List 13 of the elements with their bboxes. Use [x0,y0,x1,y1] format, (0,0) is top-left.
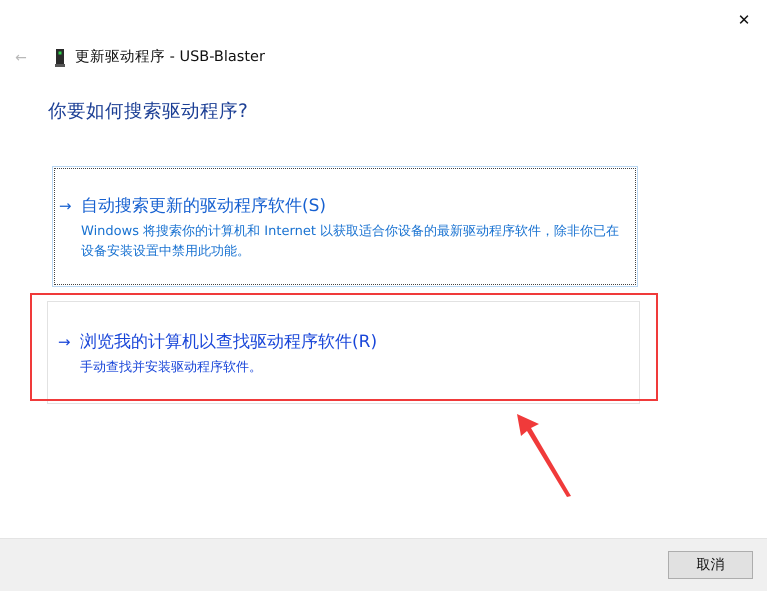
option-button[interactable]: → 浏览我的计算机以查找驱动程序软件(R) 手动查找并安装驱动程序软件。 [47,300,640,404]
arrow-icon: → [58,331,80,354]
option-title: 浏览我的计算机以查找驱动程序软件(R) [80,331,378,354]
usb-device-icon [55,49,65,67]
page-heading: 你要如何搜索驱动程序? [48,100,249,124]
option-description: Windows 将搜索你的计算机和 Internet 以获取适合你设备的最新驱动程序软件，除非你已在设备安装设置中禁用此功能。 [81,222,620,261]
cancel-button[interactable]: 取消 [668,551,753,579]
option-description: 手动查找并安装驱动程序软件。 [80,358,263,377]
window-title: 更新驱动程序 - USB-Blaster [75,48,265,68]
option-title: 自动搜索更新的驱动程序软件(S) [81,195,326,218]
arrow-icon: → [59,195,81,218]
close-button[interactable]: ✕ [721,0,767,40]
option-button[interactable]: → 自动搜索更新的驱动程序软件(S) Windows 将搜索你的计算机和 Internet 以获取适合你设备的最新驱动程序软件，除非你已在设备安装设置中禁用此功能。 [52,166,638,287]
